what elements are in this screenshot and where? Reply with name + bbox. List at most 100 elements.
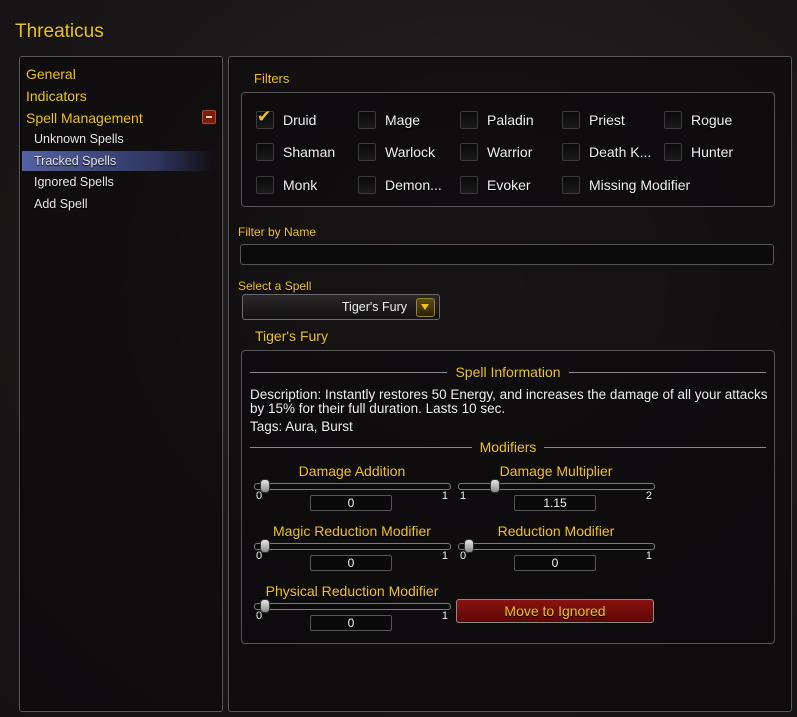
filter-mage: Mage: [358, 111, 420, 129]
filter-shaman-label: Shaman: [283, 144, 336, 160]
spell-info-header: Spell Information: [250, 363, 766, 381]
collapse-icon[interactable]: [202, 110, 216, 124]
spell-heading: Tiger's Fury: [255, 328, 328, 344]
spell-info-title: Spell Information: [455, 364, 561, 380]
divider: [250, 371, 448, 373]
filter-death-knight-checkbox[interactable]: [562, 143, 580, 161]
spell-tags: Tags: Aura, Burst: [250, 419, 353, 434]
sidebar-item-add-spell[interactable]: Add Spell: [34, 197, 88, 211]
filter-hunter: Hunter: [664, 143, 733, 161]
filter-missing-modifier-checkbox[interactable]: [562, 176, 580, 194]
filter-priest-checkbox[interactable]: [562, 111, 580, 129]
filter-rogue-label: Rogue: [691, 112, 733, 128]
filter-paladin-checkbox[interactable]: [460, 111, 478, 129]
filters-group: Druid Mage Paladin Priest Rogue Shaman: [241, 92, 775, 207]
filter-paladin: Paladin: [460, 111, 534, 129]
sidebar-item-tracked-spells[interactable]: Tracked Spells: [34, 154, 116, 168]
spell-description: Description: Instantly restores 50 Energ…: [250, 387, 768, 416]
filter-priest-label: Priest: [589, 112, 625, 128]
chevron-down-icon[interactable]: [416, 298, 435, 317]
filter-demon-hunter-label: Demon...: [385, 177, 442, 193]
filter-shaman-checkbox[interactable]: [256, 143, 274, 161]
sidebar-item-indicators[interactable]: Indicators: [26, 88, 87, 104]
filter-missing-modifier: Missing Modifier: [562, 176, 690, 194]
damage-addition-value-input[interactable]: [310, 495, 392, 511]
reduction-min: 0: [460, 550, 467, 562]
filter-rogue-checkbox[interactable]: [664, 111, 682, 129]
filter-shaman: Shaman: [256, 143, 335, 161]
sidebar: General Indicators Spell Management Unkn…: [19, 56, 223, 712]
sidebar-item-ignored-spells[interactable]: Ignored Spells: [34, 175, 114, 189]
reduction-slider[interactable]: [458, 543, 655, 550]
magic-reduction-max: 1: [441, 550, 448, 562]
filter-warrior: Warrior: [460, 143, 532, 161]
damage-multiplier-slider[interactable]: [458, 483, 655, 490]
filter-evoker-checkbox[interactable]: [460, 176, 478, 194]
physical-reduction-slider[interactable]: [254, 603, 451, 610]
addon-window: Threaticus General Indicators Spell Mana…: [0, 0, 797, 717]
damage-multiplier-value-input[interactable]: [514, 495, 596, 511]
filter-monk-checkbox[interactable]: [256, 176, 274, 194]
filter-druid: Druid: [256, 107, 317, 129]
physical-reduction-min: 0: [256, 610, 263, 622]
filter-by-name-label: Filter by Name: [238, 225, 317, 239]
filter-evoker-label: Evoker: [487, 177, 531, 193]
sidebar-item-general[interactable]: General: [26, 66, 76, 82]
filter-druid-checkbox[interactable]: [256, 107, 274, 129]
magic-reduction-value-input[interactable]: [310, 555, 392, 571]
sidebar-item-spell-management[interactable]: Spell Management: [26, 110, 143, 126]
filter-demon-hunter: Demon...: [358, 176, 442, 194]
filter-hunter-checkbox[interactable]: [664, 143, 682, 161]
move-to-ignored-button[interactable]: Move to Ignored: [456, 599, 654, 623]
filter-warlock: Warlock: [358, 143, 435, 161]
app-title: Threaticus: [15, 21, 104, 42]
filter-hunter-label: Hunter: [691, 144, 734, 160]
filter-warlock-label: Warlock: [385, 144, 436, 160]
magic-reduction-slider-group: Magic Reduction Modifier 0 1: [254, 523, 454, 583]
select-spell-label: Select a Spell: [238, 279, 312, 293]
damage-multiplier-slider-thumb[interactable]: [490, 479, 501, 493]
modifiers-header: Modifiers: [250, 438, 767, 456]
physical-reduction-max: 1: [441, 610, 448, 622]
filter-missing-modifier-label: Missing Modifier: [589, 177, 691, 193]
damage-multiplier-label: Damage Multiplier: [499, 463, 613, 479]
filter-death-knight: Death K...: [562, 143, 651, 161]
spell-select-value: Tiger's Fury: [341, 300, 407, 314]
spell-details-group: Spell Information Description: Instantly…: [241, 350, 775, 644]
divider: [568, 371, 766, 373]
physical-reduction-value-input[interactable]: [310, 615, 392, 631]
reduction-slider-group: Reduction Modifier 0 1: [458, 523, 658, 583]
filter-by-name-input[interactable]: [240, 244, 774, 265]
reduction-max: 1: [645, 550, 652, 562]
filter-mage-label: Mage: [385, 112, 421, 128]
reduction-value-input[interactable]: [514, 555, 596, 571]
damage-addition-slider-group: Damage Addition 0 1: [254, 463, 454, 523]
filter-monk: Monk: [256, 176, 317, 194]
magic-reduction-min: 0: [256, 550, 263, 562]
magic-reduction-label: Magic Reduction Modifier: [273, 523, 431, 539]
physical-reduction-label: Physical Reduction Modifier: [265, 583, 439, 599]
sidebar-item-unknown-spells[interactable]: Unknown Spells: [34, 132, 124, 146]
damage-multiplier-max: 2: [645, 490, 652, 502]
reduction-label: Reduction Modifier: [497, 523, 615, 539]
filter-mage-checkbox[interactable]: [358, 111, 376, 129]
filter-rogue: Rogue: [664, 111, 732, 129]
filter-demon-hunter-checkbox[interactable]: [358, 176, 376, 194]
content-panel: Filters Druid Mage Paladin Priest Rogue: [228, 56, 792, 712]
filter-monk-label: Monk: [283, 177, 318, 193]
damage-addition-label: Damage Addition: [298, 463, 406, 479]
filter-evoker: Evoker: [460, 176, 531, 194]
damage-addition-min: 0: [256, 490, 263, 502]
damage-addition-max: 1: [441, 490, 448, 502]
damage-multiplier-slider-group: Damage Multiplier 1 2: [458, 463, 658, 523]
filter-paladin-label: Paladin: [487, 112, 534, 128]
filter-warlock-checkbox[interactable]: [358, 143, 376, 161]
magic-reduction-slider[interactable]: [254, 543, 451, 550]
damage-addition-slider[interactable]: [254, 483, 451, 490]
filter-druid-label: Druid: [283, 112, 317, 128]
divider: [250, 446, 472, 448]
spell-select-dropdown[interactable]: Tiger's Fury: [242, 294, 440, 320]
modifiers-title: Modifiers: [479, 439, 537, 455]
divider: [544, 446, 767, 448]
filter-warrior-checkbox[interactable]: [460, 143, 478, 161]
